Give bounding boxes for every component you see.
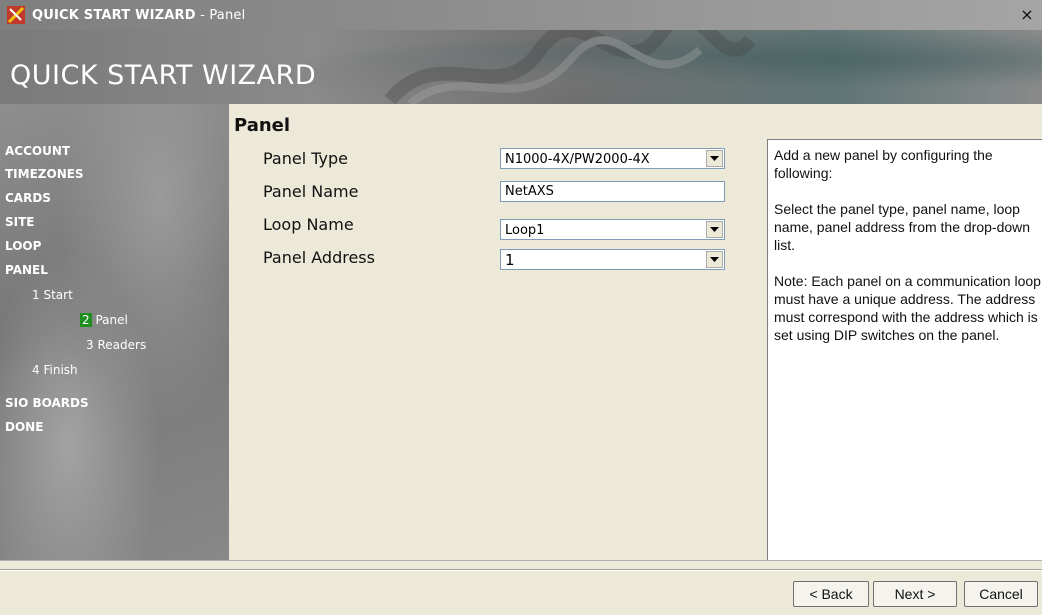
sidebar-item-site[interactable]: SITE xyxy=(5,215,35,229)
sidebar-item-loop[interactable]: LOOP xyxy=(5,239,41,253)
sidebar-item-cards[interactable]: CARDS xyxy=(5,191,51,205)
app-wrench-icon xyxy=(6,5,26,25)
footer-divider xyxy=(0,569,1042,571)
panel-address-select[interactable]: 1 xyxy=(500,249,725,270)
decorative-swirl-icon xyxy=(384,30,756,104)
panel-name-input[interactable]: NetAXS xyxy=(500,181,725,202)
close-icon: × xyxy=(1020,5,1034,24)
panel-type-label: Panel Type xyxy=(263,149,348,168)
help-intro: Add a new panel by configuring the follo… xyxy=(774,147,993,181)
panel-name-label: Panel Name xyxy=(263,182,359,201)
window-title: QUICK START WIZARD - Panel xyxy=(32,7,246,23)
sidebar-item-timezones[interactable]: TIMEZONES xyxy=(5,167,84,181)
sidebar-step-panel[interactable]: 2 Panel xyxy=(80,313,128,327)
cancel-button[interactable]: Cancel xyxy=(964,581,1038,607)
sidebar-step-finish[interactable]: 4 Finish xyxy=(32,363,78,377)
close-button[interactable]: × xyxy=(1016,5,1038,25)
banner-title: QUICK START WIZARD xyxy=(10,60,317,91)
loop-name-select[interactable]: Loop1 xyxy=(500,219,725,240)
wizard-content: Panel Panel Type N1000-4X/PW2000-4X Pane… xyxy=(229,104,1042,573)
active-step-badge: 2 xyxy=(80,313,92,327)
title-bar: QUICK START WIZARD - Panel × xyxy=(0,0,1042,30)
sidebar-item-account[interactable]: ACCOUNT xyxy=(5,144,70,158)
help-instructions: Select the panel type, panel name, loop … xyxy=(774,201,1031,253)
help-panel: Add a new panel by configuring the follo… xyxy=(767,139,1042,573)
sidebar-step-readers[interactable]: 3 Readers xyxy=(86,338,146,352)
page-title: Panel xyxy=(234,115,291,136)
dropdown-arrow-icon[interactable] xyxy=(706,251,723,268)
back-button[interactable]: < Back xyxy=(793,581,869,607)
wizard-footer: < Back Next > Cancel xyxy=(0,560,1042,615)
wizard-banner: QUICK START WIZARD xyxy=(0,30,1042,104)
next-button[interactable]: Next > xyxy=(873,581,957,607)
loop-name-label: Loop Name xyxy=(263,215,354,234)
panel-address-label: Panel Address xyxy=(263,248,375,267)
help-note: Note: Each panel on a communication loop… xyxy=(774,273,1041,343)
sidebar-item-sio-boards[interactable]: SIO BOARDS xyxy=(5,396,89,410)
panel-type-select[interactable]: N1000-4X/PW2000-4X xyxy=(500,148,725,169)
dropdown-arrow-icon[interactable] xyxy=(706,150,723,167)
sidebar-item-done[interactable]: DONE xyxy=(5,420,43,434)
wizard-sidebar: ACCOUNT TIMEZONES CARDS SITE LOOP PANEL … xyxy=(0,104,229,560)
dropdown-arrow-icon[interactable] xyxy=(706,221,723,238)
sidebar-step-start[interactable]: 1 Start xyxy=(32,288,73,302)
sidebar-item-panel[interactable]: PANEL xyxy=(5,263,48,277)
